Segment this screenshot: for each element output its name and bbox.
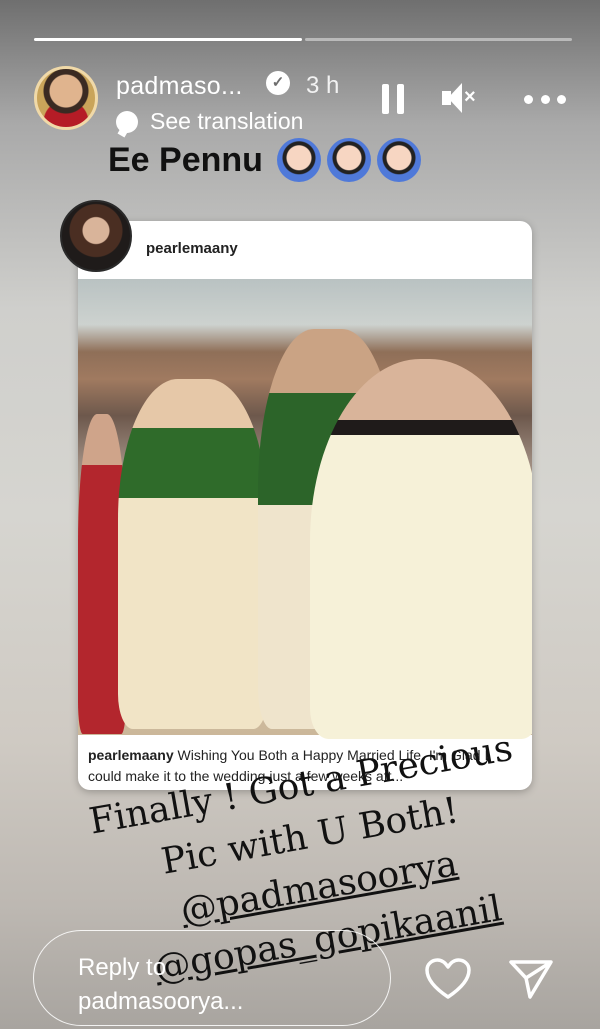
post-header: pearlemaany: [78, 221, 532, 279]
post-time: 3 h: [306, 72, 340, 99]
story-caption: Ee Pennu: [108, 138, 421, 182]
woman-gesturing-ok-icon: [376, 138, 421, 182]
story-progress-bar: [34, 38, 572, 42]
post-username[interactable]: pearlemaany: [146, 240, 238, 257]
more-options-icon[interactable]: [524, 84, 566, 114]
author-avatar[interactable]: [34, 66, 98, 130]
pause-icon[interactable]: [382, 84, 404, 114]
story-caption-text: Ee Pennu: [108, 140, 263, 179]
progress-segment: [304, 38, 572, 41]
see-translation-button[interactable]: See translation: [116, 108, 303, 135]
speech-bubble-icon: [116, 110, 138, 133]
post-author-avatar[interactable]: [60, 200, 132, 272]
send-icon[interactable]: [508, 958, 554, 1000]
post-caption-username[interactable]: pearlemaany: [88, 747, 174, 763]
author-username[interactable]: padmaso...: [116, 72, 243, 101]
post-photo[interactable]: [78, 279, 532, 739]
shared-post-card[interactable]: pearlemaany pearlemaany Wishing You Both…: [78, 221, 532, 790]
see-translation-label: See translation: [150, 108, 304, 134]
story-viewer[interactable]: padmaso... ✓ 3 h × See translation Ee Pe…: [0, 0, 600, 1029]
progress-segment: [34, 38, 302, 41]
reply-placeholder: Reply to padmasoorya...: [78, 954, 244, 1015]
mute-icon[interactable]: ×: [442, 82, 476, 114]
woman-gesturing-ok-icon: [276, 138, 321, 182]
caption-emoji-group: [276, 138, 421, 182]
heart-icon[interactable]: [425, 958, 471, 1000]
woman-gesturing-ok-icon: [326, 138, 371, 182]
verified-badge-icon: ✓: [266, 71, 290, 95]
reply-input[interactable]: Reply to padmasoorya...: [33, 930, 391, 1026]
